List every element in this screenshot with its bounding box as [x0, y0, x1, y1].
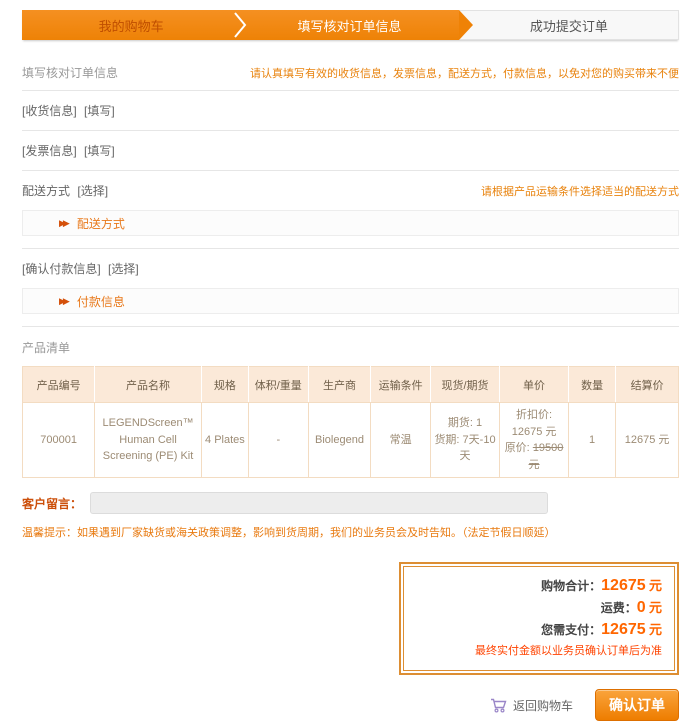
- delivery-panel-label: 配送方式: [77, 215, 125, 232]
- cell-manufacturer: Biolegend: [308, 403, 371, 478]
- delivery-method-row: 配送方式 [选择] 请根据产品运输条件选择适当的配送方式: [22, 171, 679, 210]
- shipping-fee-label: 运费：: [601, 601, 637, 615]
- page-title-row: 填写核对订单信息 请认真填写有效的收货信息，发票信息，配送方式，付款信息，以免对…: [22, 40, 679, 90]
- payment-panel-label: 付款信息: [77, 293, 125, 310]
- confirm-order-button[interactable]: 确认订单: [595, 689, 679, 721]
- invoice-info-row: [发票信息] [填写]: [22, 131, 679, 170]
- invoice-fill-link[interactable]: [填写]: [84, 144, 115, 158]
- col-product-code: 产品编号: [23, 367, 95, 403]
- subtotal-row: 购物合计：12675 元: [416, 575, 662, 597]
- order-summary-wrap: 购物合计：12675 元 运费：0 元 您需支付：12675 元 最终实付金额以…: [22, 562, 679, 675]
- double-arrow-icon: ▶▶: [59, 219, 67, 228]
- cell-product-name[interactable]: LEGENDScreen™ Human Cell Screening (PE) …: [95, 403, 202, 478]
- back-to-cart-label: 返回购物车: [513, 697, 573, 714]
- payable-label: 您需支付：: [541, 623, 601, 637]
- arrow-separator-icon: [459, 10, 473, 40]
- step-submit-success[interactable]: 成功提交订单: [459, 10, 679, 40]
- shipping-info-label: [收货信息]: [22, 104, 77, 118]
- cell-product-code: 700001: [23, 403, 95, 478]
- product-table: 产品编号 产品名称 规格 体积/重量 生产商 运输条件 现货/期货 单价 数量 …: [22, 366, 679, 478]
- shipping-fee-value: 0: [637, 599, 646, 616]
- remark-label: 客户留言：: [22, 495, 82, 512]
- back-to-cart-link[interactable]: 返回购物车: [490, 697, 573, 714]
- double-arrow-icon: ▶▶: [59, 297, 67, 306]
- remark-input[interactable]: [90, 492, 548, 514]
- page-hint: 请认真填写有效的收货信息，发票信息，配送方式，付款信息，以免对您的购买带来不便: [250, 65, 679, 81]
- product-table-header-row: 产品编号 产品名称 规格 体积/重量 生产商 运输条件 现货/期货 单价 数量 …: [23, 367, 679, 403]
- footer-actions: 返回购物车 确认订单: [22, 689, 679, 721]
- shipping-fee-row: 运费：0 元: [416, 597, 662, 619]
- summary-note: 最终实付金额以业务员确认订单后为准: [416, 641, 662, 661]
- payment-info-panel[interactable]: ▶▶ 付款信息: [22, 288, 679, 314]
- step-fill-order-info[interactable]: 填写核对订单信息: [240, 10, 458, 40]
- subtotal-label: 购物合计：: [541, 579, 601, 593]
- cell-total: 12675 元: [616, 403, 679, 478]
- payment-info-label: [确认付款信息]: [22, 262, 101, 276]
- col-qty: 数量: [569, 367, 616, 403]
- payable-value: 12675: [601, 621, 646, 638]
- warm-tip: 温馨提示：如果遇到厂家缺货或海关政策调整，影响到货周期，我们的业务员会及时告知。…: [22, 524, 679, 540]
- checkout-steps: 我的购物车 填写核对订单信息 成功提交订单: [22, 10, 679, 40]
- delivery-select-link[interactable]: [选择]: [77, 184, 108, 198]
- subtotal-value: 12675: [601, 577, 646, 594]
- cell-transport: 常温: [371, 403, 431, 478]
- cell-unit-price: 折扣价: 12675 元 原价: 19500 元: [500, 403, 569, 478]
- chevron-divider-icon: [234, 12, 247, 41]
- cell-stock: 期货: 1 货期: 7天-10天: [430, 403, 499, 478]
- shipping-fill-link[interactable]: [填写]: [84, 104, 115, 118]
- col-spec: 规格: [201, 367, 248, 403]
- col-product-name: 产品名称: [95, 367, 202, 403]
- cell-volume: -: [248, 403, 308, 478]
- product-list-title: 产品清单: [22, 327, 679, 366]
- step-my-cart[interactable]: 我的购物车: [22, 10, 240, 40]
- step-label: 填写核对订单信息: [297, 16, 401, 35]
- payable-row: 您需支付：12675 元: [416, 619, 662, 641]
- delivery-method-panel[interactable]: ▶▶ 配送方式: [22, 210, 679, 236]
- col-manufacturer: 生产商: [308, 367, 371, 403]
- delivery-method-label: 配送方式: [22, 184, 70, 198]
- delivery-hint: 请根据产品运输条件选择适当的配送方式: [481, 183, 679, 199]
- step-label: 成功提交订单: [530, 16, 608, 35]
- cart-icon: [490, 698, 507, 713]
- payment-info-row: [确认付款信息] [选择]: [22, 249, 679, 288]
- page-title: 填写核对订单信息: [22, 64, 118, 81]
- shipping-info-row: [收货信息] [填写]: [22, 91, 679, 130]
- col-unit-price: 单价: [500, 367, 569, 403]
- step-label: 我的购物车: [99, 16, 164, 35]
- customer-remark-row: 客户留言：: [22, 492, 679, 514]
- order-summary-box: 购物合计：12675 元 运费：0 元 您需支付：12675 元 最终实付金额以…: [399, 562, 679, 675]
- cell-spec: 4 Plates: [201, 403, 248, 478]
- col-stock: 现货/期货: [430, 367, 499, 403]
- col-volume-weight: 体积/重量: [248, 367, 308, 403]
- table-row: 700001 LEGENDScreen™ Human Cell Screenin…: [23, 403, 679, 478]
- cell-qty: 1: [569, 403, 616, 478]
- col-total: 结算价: [616, 367, 679, 403]
- invoice-info-label: [发票信息]: [22, 144, 77, 158]
- payment-select-link[interactable]: [选择]: [108, 262, 139, 276]
- col-transport: 运输条件: [371, 367, 431, 403]
